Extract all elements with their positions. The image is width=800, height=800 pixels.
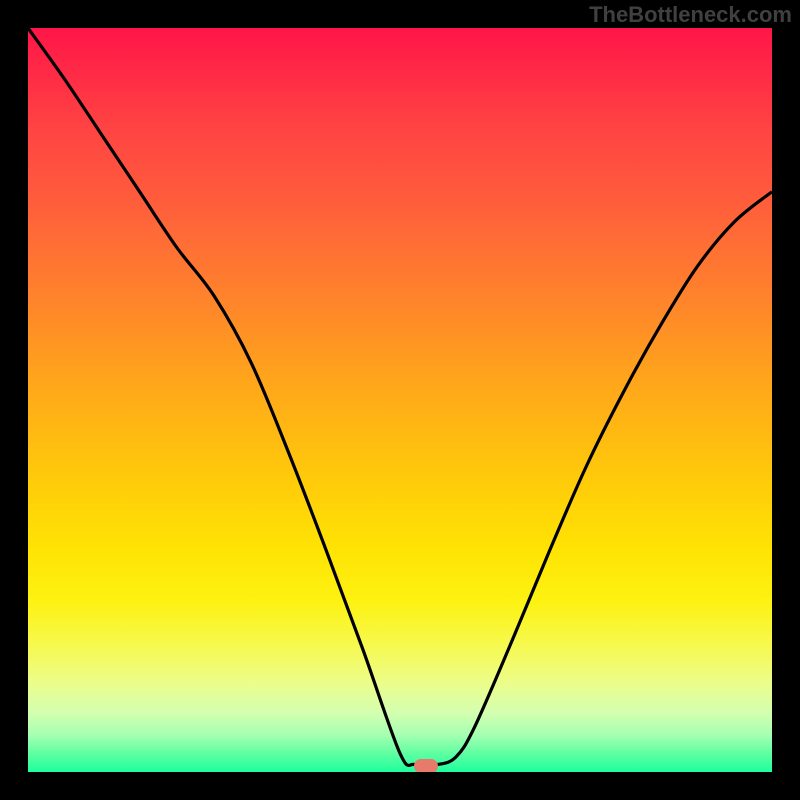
- chart-frame: TheBottleneck.com: [0, 0, 800, 800]
- plot-area: [28, 28, 772, 772]
- optimum-marker: [414, 759, 438, 772]
- curve-path: [28, 28, 772, 766]
- bottleneck-curve: [28, 28, 772, 772]
- watermark-text: TheBottleneck.com: [589, 2, 792, 28]
